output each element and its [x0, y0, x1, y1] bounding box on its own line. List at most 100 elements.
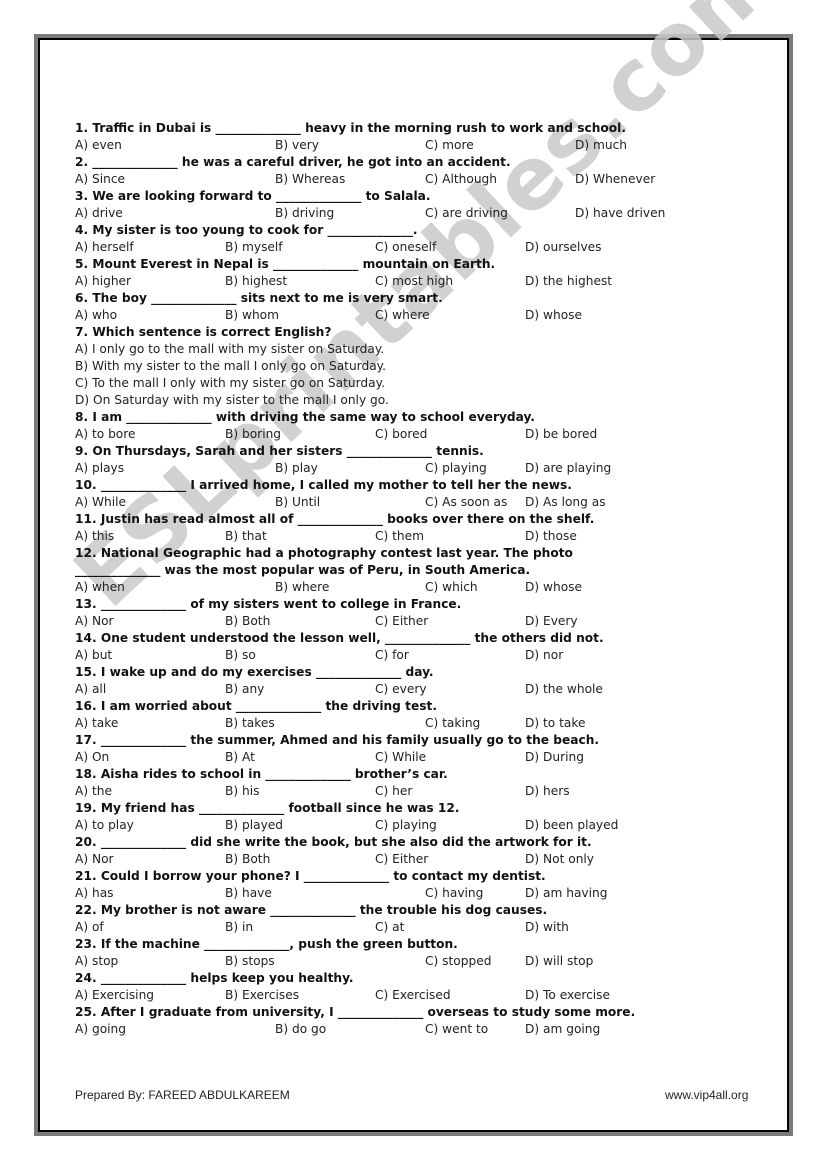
question-21: 21. Could I borrow your phone? I _______… [75, 869, 546, 883]
question-14: 14. One student understood the lesson we… [75, 631, 604, 645]
question-17-option-b: B) At [225, 750, 255, 764]
question-15-option-a: A) all [75, 682, 107, 696]
question-18-option-d: D) hers [525, 784, 570, 798]
question-1-option-d: D) much [575, 138, 628, 152]
question-19-option-c: C) playing [375, 818, 437, 832]
question-18: 18. Aisha rides to school in ___________… [75, 767, 448, 781]
question-9-option-c: C) playing [425, 461, 487, 475]
question-24-option-c: C) Exercised [375, 988, 451, 1002]
question-20-option-c: C) Either [375, 852, 429, 866]
question-15-option-b: B) any [225, 682, 265, 696]
question-11-option-a: A) this [75, 529, 115, 543]
question-13-option-a: A) Nor [75, 614, 114, 628]
question-15-option-c: C) every [375, 682, 427, 696]
question-12-option-b: B) where [275, 580, 330, 594]
question-21-option-c: C) having [425, 886, 484, 900]
question-23-option-b: B) stops [225, 954, 275, 968]
question-22: 22. My brother is not aware ____________… [75, 903, 548, 917]
question-15-option-d: D) the whole [525, 682, 603, 696]
question-20-option-b: B) Both [225, 852, 271, 866]
question-6-option-a: A) who [75, 308, 118, 322]
question-4-option-a: A) herself [75, 240, 134, 254]
question-14-option-b: B) so [225, 648, 256, 662]
question-1: 1. Traffic in Dubai is ______________ he… [75, 121, 626, 135]
question-10-option-a: A) While [75, 495, 127, 509]
question-7: 7. Which sentence is correct English? [75, 325, 332, 339]
question-5-option-a: A) higher [75, 274, 132, 288]
question-12: 12. National Geographic had a photograph… [75, 546, 573, 560]
question-16-option-c: C) taking [425, 716, 481, 730]
question-6-option-c: C) where [375, 308, 430, 322]
question-8-option-c: C) bored [375, 427, 428, 441]
question-17-option-a: A) On [75, 750, 110, 764]
question-7-option-c: C) To the mall I only with my sister go … [75, 376, 385, 390]
question-12-line-2: ______________ was the most popular was … [75, 563, 531, 577]
question-10-option-b: B) Until [275, 495, 321, 509]
question-25: 25. After I graduate from university, I … [75, 1005, 636, 1019]
question-3-option-b: B) driving [275, 206, 335, 220]
question-6: 6. The boy ______________ sits next to m… [75, 291, 443, 305]
question-3: 3. We are looking forward to ___________… [75, 189, 431, 203]
question-7-option-a: A) I only go to the mall with my sister … [75, 342, 385, 356]
question-15: 15. I wake up and do my exercises ______… [75, 665, 434, 679]
question-18-option-c: C) her [375, 784, 413, 798]
question-5-option-d: D) the highest [525, 274, 613, 288]
question-8-option-a: A) to bore [75, 427, 136, 441]
question-25-option-a: A) going [75, 1022, 127, 1036]
question-16-option-a: A) take [75, 716, 119, 730]
question-2-option-a: A) Since [75, 172, 126, 186]
question-4-option-d: D) ourselves [525, 240, 602, 254]
question-24-option-a: A) Exercising [75, 988, 155, 1002]
question-20-option-a: A) Nor [75, 852, 114, 866]
question-24-option-d: D) To exercise [525, 988, 611, 1002]
question-9-option-b: B) play [275, 461, 318, 475]
question-18-option-b: B) his [225, 784, 260, 798]
question-25-option-d: D) am going [525, 1022, 601, 1036]
question-11-option-c: C) them [375, 529, 425, 543]
question-8-option-b: B) boring [225, 427, 282, 441]
question-18-option-a: A) the [75, 784, 112, 798]
question-3-option-d: D) have driven [575, 206, 666, 220]
question-2: 2. ______________ he was a careful drive… [75, 155, 511, 169]
question-14-option-a: A) but [75, 648, 113, 662]
question-3-option-a: A) drive [75, 206, 123, 220]
question-13-option-d: D) Every [525, 614, 578, 628]
question-6-option-b: B) whom [225, 308, 280, 322]
question-17-option-d: D) During [525, 750, 584, 764]
question-22-option-b: B) in [225, 920, 254, 934]
question-2-option-d: D) Whenever [575, 172, 656, 186]
question-10-option-d: D) As long as [525, 495, 606, 509]
question-22-option-a: A) of [75, 920, 104, 934]
question-19-option-a: A) to play [75, 818, 134, 832]
question-12-option-c: C) which [425, 580, 478, 594]
question-4-option-c: C) oneself [375, 240, 437, 254]
question-23: 23. If the machine ______________, push … [75, 937, 458, 951]
question-21-option-d: D) am having [525, 886, 608, 900]
question-19: 19. My friend has ______________ footbal… [75, 801, 460, 815]
question-1-option-b: B) very [275, 138, 319, 152]
question-16-option-b: B) takes [225, 716, 275, 730]
question-11-option-d: D) those [525, 529, 577, 543]
question-9-option-d: D) are playing [525, 461, 612, 475]
question-5-option-b: B) highest [225, 274, 288, 288]
question-7-option-d: D) On Saturday with my sister to the mal… [75, 393, 389, 407]
worksheet-content: 1. Traffic in Dubai is ______________ he… [0, 0, 821, 1169]
question-4-option-b: B) myself [225, 240, 283, 254]
question-19-option-d: D) been played [525, 818, 619, 832]
question-12-option-d: D) whose [525, 580, 583, 594]
question-23-option-c: C) stopped [425, 954, 492, 968]
question-11-option-b: B) that [225, 529, 267, 543]
question-19-option-b: B) played [225, 818, 284, 832]
question-1-option-a: A) even [75, 138, 122, 152]
question-6-option-d: D) whose [525, 308, 583, 322]
question-23-option-d: D) will stop [525, 954, 594, 968]
question-13-option-c: C) Either [375, 614, 429, 628]
question-22-option-c: C) at [375, 920, 405, 934]
question-8: 8. I am ______________ with driving the … [75, 410, 535, 424]
question-22-option-d: D) with [525, 920, 569, 934]
question-2-option-b: B) Whereas [275, 172, 346, 186]
question-16: 16. I am worried about ______________ th… [75, 699, 437, 713]
question-5-option-c: C) most high [375, 274, 454, 288]
question-5: 5. Mount Everest in Nepal is ___________… [75, 257, 496, 271]
question-10: 10. ______________ I arrived home, I cal… [75, 478, 572, 492]
